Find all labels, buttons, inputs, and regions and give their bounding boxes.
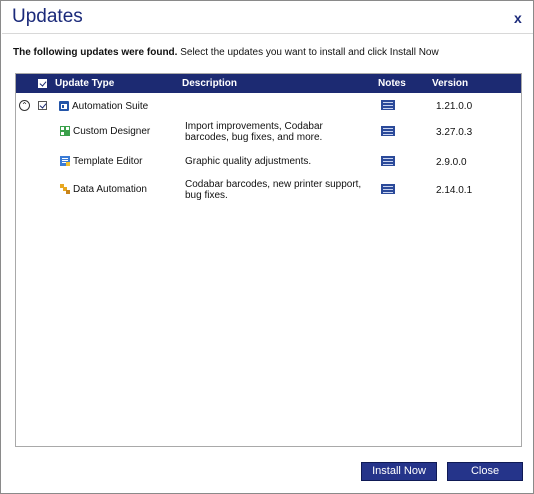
notes-icon[interactable]: [381, 126, 395, 136]
notes-icon[interactable]: [381, 156, 395, 166]
instruction-bold: The following updates were found.: [13, 47, 178, 58]
updates-dialog: Updates x The following updates were fou…: [0, 0, 534, 494]
automation-suite-icon: [59, 101, 69, 111]
instruction-text: The following updates were found. Select…: [13, 47, 439, 58]
row-name: Automation Suite: [72, 101, 149, 112]
header-description: Description: [182, 78, 238, 89]
row-description: Import improvements, Codabar barcodes, b…: [185, 121, 323, 143]
row-description: Graphic quality adjustments.: [185, 156, 312, 167]
row-description: Codabar barcodes, new printer support, b…: [185, 179, 362, 201]
row-name: Template Editor: [73, 156, 143, 167]
custom-designer-icon: [60, 126, 70, 136]
collapse-icon[interactable]: ⌃: [19, 100, 30, 111]
row-version: 1.21.0.0: [436, 101, 473, 112]
header-notes: Notes: [378, 78, 406, 89]
header-update-type: Update Type: [55, 78, 115, 89]
close-button[interactable]: Close: [447, 462, 523, 481]
notes-icon[interactable]: [381, 100, 395, 110]
notes-icon[interactable]: [381, 184, 395, 194]
row-name: Custom Designer: [73, 126, 151, 137]
instruction-rest: Select the updates you want to install a…: [177, 47, 439, 58]
title-divider: [2, 33, 533, 34]
row-checkbox[interactable]: [38, 101, 47, 110]
row-version: 2.9.0.0: [436, 157, 467, 168]
table-row[interactable]: Custom Designer Import improvements, Cod…: [16, 121, 521, 148]
row-name: Data Automation: [73, 184, 147, 195]
close-icon[interactable]: x: [514, 10, 522, 26]
dialog-title: Updates: [12, 6, 83, 27]
updates-list: Update Type Description Notes Version ⌃ …: [15, 73, 522, 447]
install-now-button[interactable]: Install Now: [361, 462, 437, 481]
row-version: 3.27.0.3: [436, 127, 473, 138]
header-version: Version: [432, 78, 469, 89]
table-row[interactable]: Template Editor Graphic quality adjustme…: [16, 155, 521, 171]
table-row-parent[interactable]: ⌃ Automation Suite 1.21.0.0: [16, 99, 521, 115]
row-version: 2.14.0.1: [436, 185, 473, 196]
select-all-checkbox[interactable]: [38, 79, 47, 88]
data-automation-icon: [60, 184, 70, 194]
list-header: Update Type Description Notes Version: [16, 74, 521, 93]
template-editor-icon: [60, 156, 70, 166]
table-row[interactable]: Data Automation Codabar barcodes, new pr…: [16, 179, 521, 206]
